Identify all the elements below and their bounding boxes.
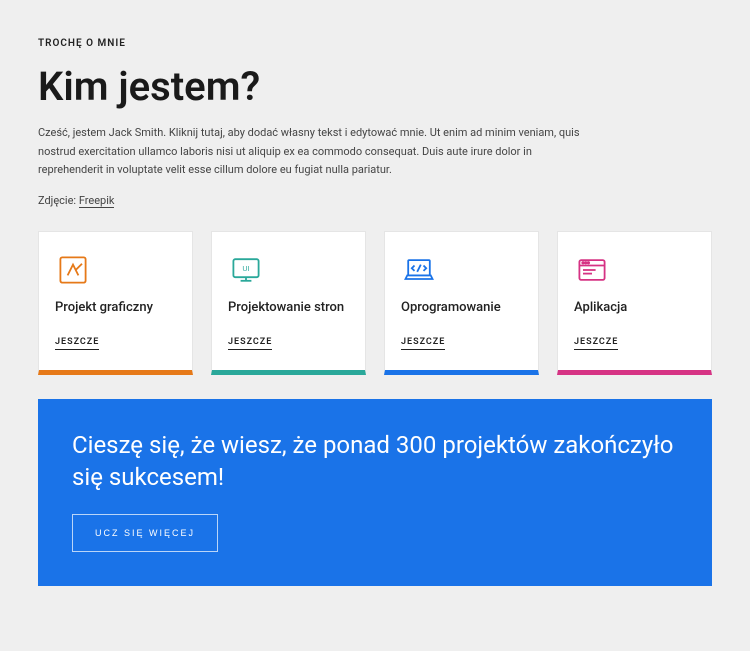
card-title: Projektowanie stron — [228, 300, 349, 317]
credit-label: Zdjęcie: — [38, 194, 79, 207]
card-more-link[interactable]: JESZCZE — [401, 337, 445, 350]
card-title: Aplikacja — [574, 300, 695, 317]
eyebrow-text: TROCHĘ O MNIE — [38, 38, 712, 49]
service-cards: Projekt graficzny JESZCZE UI Projektowan… — [38, 231, 712, 375]
card-title: Projekt graficzny — [55, 300, 176, 317]
card-more-link[interactable]: JESZCZE — [228, 337, 272, 350]
page-title: Kim jestem? — [38, 63, 712, 110]
card-more-link[interactable]: JESZCZE — [574, 337, 618, 350]
pen-tool-icon — [55, 252, 91, 288]
card-graphic-design: Projekt graficzny JESZCZE — [38, 231, 193, 375]
image-credit: Zdjęcie: Freepik — [38, 194, 712, 207]
laptop-code-icon — [401, 252, 437, 288]
card-software: Oprogramowanie JESZCZE — [384, 231, 539, 375]
learn-more-button[interactable]: UCZ SIĘ WIĘCEJ — [72, 514, 218, 552]
credit-link[interactable]: Freepik — [79, 194, 115, 208]
svg-text:UI: UI — [242, 264, 249, 273]
window-app-icon — [574, 252, 610, 288]
card-more-link[interactable]: JESZCZE — [55, 337, 99, 350]
cta-heading: Cieszę się, że wiesz, że ponad 300 proje… — [72, 429, 678, 494]
card-title: Oprogramowanie — [401, 300, 522, 317]
intro-paragraph: Cześć, jestem Jack Smith. Kliknij tutaj,… — [38, 124, 588, 180]
card-application: Aplikacja JESZCZE — [557, 231, 712, 375]
cta-banner: Cieszę się, że wiesz, że ponad 300 proje… — [38, 399, 712, 586]
card-web-design: UI Projektowanie stron JESZCZE — [211, 231, 366, 375]
monitor-ui-icon: UI — [228, 252, 264, 288]
